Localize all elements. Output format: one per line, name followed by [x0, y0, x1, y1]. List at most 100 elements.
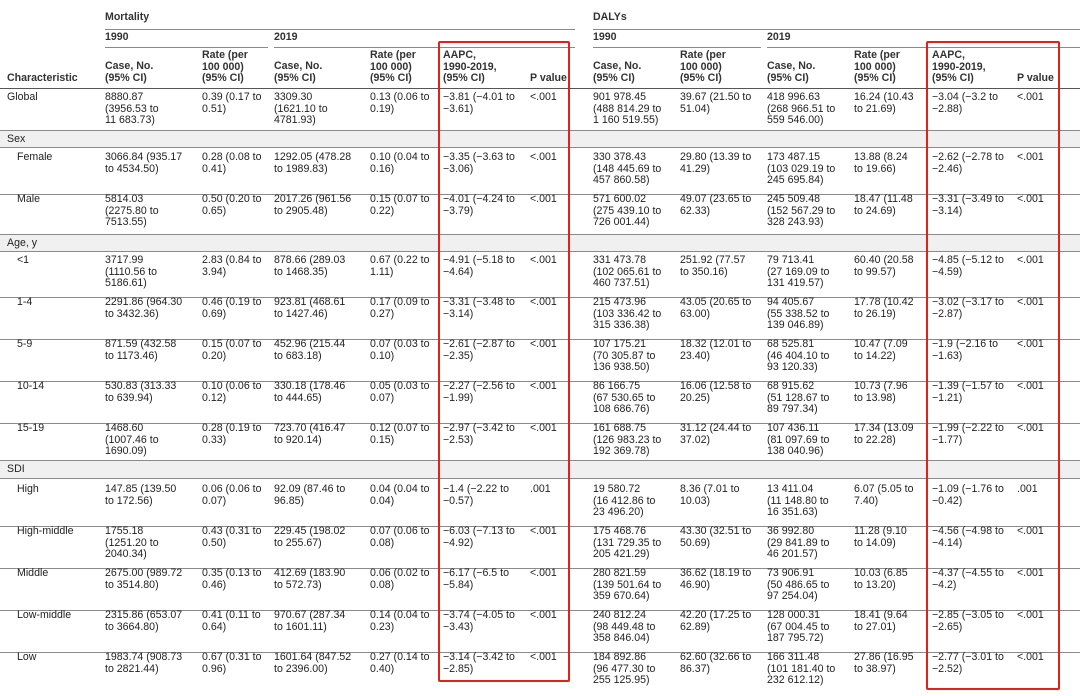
- header-case: Case, No. (95% CI): [767, 60, 816, 84]
- row-label: Global: [7, 91, 38, 103]
- table-cell: 19 580.72 (16 412.86 to 23 496.20): [593, 483, 656, 519]
- header-characteristic: Characteristic: [7, 72, 78, 84]
- table-cell: 571 600.02 (275 439.10 to 726 001.44): [593, 193, 662, 229]
- table-cell: 128 000.31 (67 004.45 to 187 795.72): [767, 609, 830, 645]
- table-cell: 3309.30 (1621.10 to 4781.93): [274, 91, 328, 127]
- table-cell: 17.78 (10.42 to 26.19): [854, 296, 914, 320]
- table-cell: 0.07 (0.03 to 0.10): [370, 338, 430, 362]
- row-label: Middle: [17, 567, 49, 579]
- table-cell: 5814.03 (2275.80 to 7513.55): [105, 193, 159, 229]
- table-cell: 229.45 (198.02 to 255.67): [274, 525, 346, 549]
- header-year: 2019: [274, 31, 298, 43]
- row-label: Low: [17, 651, 37, 663]
- row-label: 5-9: [17, 338, 33, 350]
- data-table: Mortality DALYs 1990 2019 1990 2019 Characteri…: [0, 0, 1080, 696]
- table-cell: 3066.84 (935.17 to 4534.50): [105, 151, 183, 175]
- table-cell: 60.40 (20.58 to 99.57): [854, 254, 914, 278]
- year-rule: [593, 47, 761, 48]
- header-dalys: DALYs: [593, 11, 627, 23]
- table-cell: 92.09 (87.46 to 96.85): [274, 483, 346, 507]
- table-cell: 901 978.45 (488 814.29 to 1 160 519.55): [593, 91, 662, 127]
- header-year: 1990: [105, 31, 129, 43]
- table-cell: 161 688.75 (126 983.23 to 192 369.78): [593, 422, 662, 458]
- table-cell: 0.06 (0.02 to 0.08): [370, 567, 430, 591]
- year-rule: [105, 47, 268, 48]
- table-cell: 330 378.43 (148 445.69 to 457 860.58): [593, 151, 662, 187]
- table-cell: 0.06 (0.06 to 0.07): [202, 483, 262, 507]
- table-cell: 0.10 (0.06 to 0.12): [202, 380, 262, 404]
- row-label: <1: [17, 254, 30, 266]
- table-cell: 1983.74 (908.73 to 2821.44): [105, 651, 183, 675]
- row-label: 15-19: [17, 422, 45, 434]
- table-cell: 11.28 (9.10 to 14.09): [854, 525, 907, 549]
- table-cell: 1292.05 (478.28 to 1989.83): [274, 151, 352, 175]
- table-cell: 107 436.11 (81 097.69 to 138 040.96): [767, 422, 830, 458]
- table-cell: 0.67 (0.31 to 0.96): [202, 651, 262, 675]
- table-cell: 13 411.04 (11 148.80 to 16 351.63): [767, 483, 829, 519]
- table-cell: 330.18 (178.46 to 444.65): [274, 380, 346, 404]
- table-cell: 16.06 (12.58 to 20.25): [680, 380, 752, 404]
- table-cell: 8.36 (7.01 to 10.03): [680, 483, 740, 507]
- table-cell: 0.41 (0.11 to 0.64): [202, 609, 261, 633]
- row-label: Male: [17, 193, 40, 205]
- table-cell: 0.50 (0.20 to 0.65): [202, 193, 262, 217]
- table-cell: 0.07 (0.06 to 0.08): [370, 525, 430, 549]
- table-cell: 1468.60 (1007.46 to 1690.09): [105, 422, 159, 458]
- section-label: SDI: [7, 463, 25, 475]
- table-cell: 0.39 (0.17 to 0.51): [202, 91, 262, 115]
- table-cell: 251.92 (77.57 to 350.16): [680, 254, 746, 278]
- table-cell: 215 473.96 (103 336.42 to 315 336.38): [593, 296, 662, 332]
- table-cell: 0.43 (0.31 to 0.50): [202, 525, 262, 549]
- header-rate: Rate (per 100 000) (95% CI): [854, 49, 900, 85]
- header-year: 2019: [767, 31, 791, 43]
- header-year: 1990: [593, 31, 617, 43]
- table-cell: 173 487.15 (103 029.19 to 245 695.84): [767, 151, 836, 187]
- table-cell: 0.13 (0.06 to 0.19): [370, 91, 430, 115]
- table-cell: 8880.87 (3956.53 to 11 683.73): [105, 91, 159, 127]
- table-cell: 0.04 (0.04 to 0.04): [370, 483, 430, 507]
- table-cell: 2675.00 (989.72 to 3514.80): [105, 567, 183, 591]
- table-cell: 2291.86 (964.30 to 3432.36): [105, 296, 183, 320]
- table-cell: 10.03 (6.85 to 13.20): [854, 567, 908, 591]
- header-rate: Rate (per 100 000) (95% CI): [202, 49, 248, 85]
- table-cell: 0.12 (0.07 to 0.15): [370, 422, 430, 446]
- table-cell: 175 468.76 (131 729.35 to 205 421.29): [593, 525, 662, 561]
- table-cell: 331 473.78 (102 065.61 to 460 737.51): [593, 254, 662, 290]
- table-cell: 3717.99 (1110.56 to 5186.61): [105, 254, 158, 290]
- table-cell: 13.88 (8.24 to 19.66): [854, 151, 908, 175]
- table-cell: 2.83 (0.84 to 3.94): [202, 254, 262, 278]
- table-cell: 18.47 (11.48 to 24.69): [854, 193, 913, 217]
- row-label: Low-middle: [17, 609, 72, 621]
- table-cell: 68 525.81 (46 404.10 to 93 120.33): [767, 338, 830, 374]
- table-cell: 147.85 (139.50 to 172.56): [105, 483, 177, 507]
- table-cell: 36.62 (18.19 to 46.90): [680, 567, 752, 591]
- header-case: Case, No. (95% CI): [105, 60, 154, 84]
- table-cell: 0.35 (0.13 to 0.46): [202, 567, 262, 591]
- table-cell: 18.41 (9.64 to 27.01): [854, 609, 908, 633]
- aapc-highlight-box: [926, 41, 1060, 690]
- table-cell: 39.67 (21.50 to 51.04): [680, 91, 752, 115]
- group-rule-dalys: [593, 29, 1080, 30]
- table-cell: 31.12 (24.44 to 37.02): [680, 422, 752, 446]
- row-label: 1-4: [17, 296, 33, 308]
- row-label: High: [17, 483, 39, 495]
- table-cell: 29.80 (13.39 to 41.29): [680, 151, 752, 175]
- table-cell: 18.32 (12.01 to 23.40): [680, 338, 752, 362]
- table-cell: 1755.18 (1251.20 to 2040.34): [105, 525, 159, 561]
- table-cell: 0.17 (0.09 to 0.27): [370, 296, 430, 320]
- table-cell: 10.73 (7.96 to 13.98): [854, 380, 908, 404]
- table-cell: 245 509.48 (152 567.29 to 328 243.93): [767, 193, 836, 229]
- table-cell: 6.07 (5.05 to 7.40): [854, 483, 914, 507]
- section-label: Sex: [7, 133, 26, 145]
- table-cell: 723.70 (416.47 to 920.14): [274, 422, 346, 446]
- table-cell: 970.67 (287.34 to 1601.11): [274, 609, 346, 633]
- table-cell: 871.59 (432.58 to 1173.46): [105, 338, 177, 362]
- table-cell: 0.14 (0.04 to 0.23): [370, 609, 430, 633]
- table-cell: 0.67 (0.22 to 1.11): [370, 254, 430, 278]
- table-cell: 79 713.41 (27 169.09 to 131 419.57): [767, 254, 830, 290]
- row-label: 10-14: [17, 380, 45, 392]
- table-cell: 923.81 (468.61 to 1427.46): [274, 296, 346, 320]
- table-cell: 17.34 (13.09 to 22.28): [854, 422, 914, 446]
- table-cell: 0.10 (0.04 to 0.16): [370, 151, 430, 175]
- aapc-highlight-box: [438, 41, 570, 682]
